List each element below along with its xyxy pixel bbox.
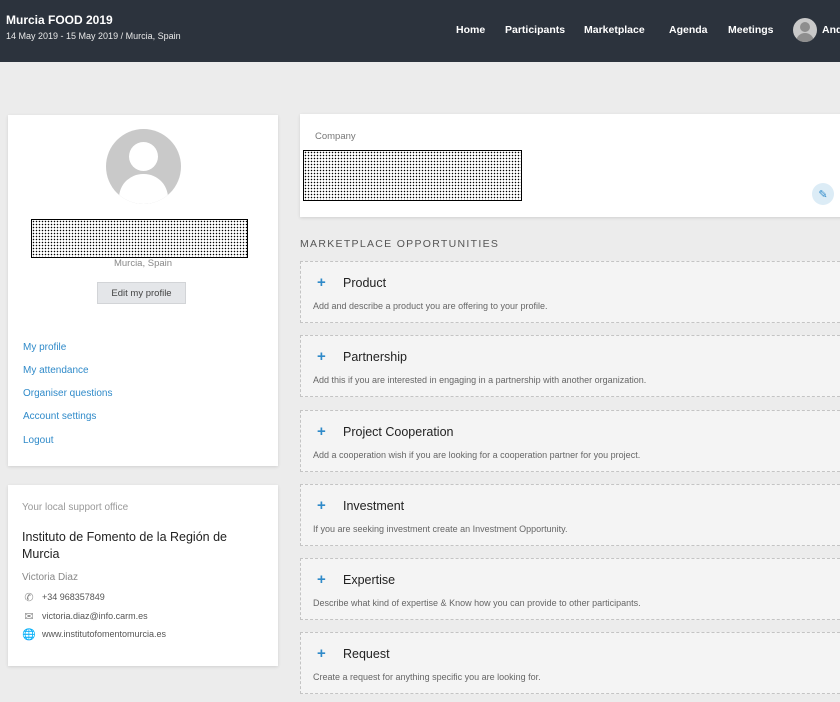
opportunity-title: Request [343, 647, 390, 661]
opportunity-title: Investment [343, 499, 405, 513]
plus-icon: + [317, 348, 326, 365]
nav-marketplace[interactable]: Marketplace [584, 24, 645, 36]
opportunity-product[interactable]: + Product Add and describe a product you… [300, 261, 840, 323]
opportunity-description: Create a request for anything specific y… [313, 672, 541, 682]
opportunity-investment[interactable]: + Investment If you are seeking investme… [300, 484, 840, 546]
opportunity-title: Product [343, 276, 387, 290]
opportunity-title: Partnership [343, 350, 407, 364]
marketplace-title: MARKETPLACE OPPORTUNITIES [300, 238, 500, 250]
user-name[interactable]: And [822, 24, 840, 36]
opportunity-project-cooperation[interactable]: + Project Cooperation Add a cooperation … [300, 410, 840, 472]
link-my-attendance[interactable]: My attendance [23, 365, 89, 376]
link-account-settings[interactable]: Account settings [23, 411, 96, 422]
opportunity-expertise[interactable]: + Expertise Describe what kind of expert… [300, 558, 840, 620]
event-title: Murcia FOOD 2019 [6, 13, 113, 27]
support-office-label: Your local support office [22, 502, 129, 513]
opportunity-description: Describe what kind of expertise & Know h… [313, 598, 641, 608]
company-label: Company [315, 131, 356, 142]
opportunity-partnership[interactable]: + Partnership Add this if you are intere… [300, 335, 840, 397]
website-url: www.institutofomentomurcia.es [42, 629, 167, 639]
opportunity-title: Expertise [343, 573, 396, 587]
pencil-icon[interactable]: ✎ [812, 183, 834, 205]
nav-agenda[interactable]: Agenda [669, 24, 708, 36]
plus-icon: + [317, 497, 326, 514]
profile-location: Murcia, Spain [113, 258, 173, 269]
nav-meetings[interactable]: Meetings [728, 24, 774, 36]
contact-email[interactable]: ✉ victoria.diaz@info.carm.es [22, 610, 148, 623]
phone-number: +34 968357849 [42, 592, 105, 602]
profile-avatar [106, 129, 181, 204]
opportunity-description: Add this if you are interested in engagi… [313, 375, 647, 385]
opportunity-description: Add and describe a product you are offer… [313, 301, 548, 311]
opportunity-title: Project Cooperation [343, 425, 454, 439]
redacted-company-name [303, 150, 522, 201]
phone-icon: ✆ [24, 591, 34, 604]
link-organiser-questions[interactable]: Organiser questions [23, 388, 113, 399]
email-icon: ✉ [24, 610, 34, 623]
contact-phone[interactable]: ✆ +34 968357849 [22, 591, 105, 604]
plus-icon: + [317, 645, 326, 662]
user-avatar[interactable] [793, 18, 817, 42]
redacted-name [31, 219, 248, 258]
globe-icon: 🌐 [22, 628, 36, 641]
support-contact-person: Victoria Diaz [22, 572, 78, 583]
nav-participants[interactable]: Participants [505, 24, 565, 36]
edit-profile-button[interactable]: Edit my profile [97, 282, 186, 304]
top-navbar: Murcia FOOD 2019 14 May 2019 - 15 May 20… [0, 0, 840, 62]
event-dates: 14 May 2019 - 15 May 2019 / Murcia, Spai… [6, 31, 181, 41]
opportunity-request[interactable]: + Request Create a request for anything … [300, 632, 840, 694]
plus-icon: + [317, 571, 326, 588]
opportunity-description: If you are seeking investment create an … [313, 524, 568, 534]
profile-card: Murcia, Spain Edit my profile My profile… [8, 115, 278, 466]
link-my-profile[interactable]: My profile [23, 342, 66, 353]
plus-icon: + [317, 274, 326, 291]
link-logout[interactable]: Logout [23, 435, 54, 446]
nav-home[interactable]: Home [456, 24, 485, 36]
company-card: Company ✎ [300, 114, 840, 217]
contact-website[interactable]: 🌐 www.institutofomentomurcia.es [22, 628, 167, 641]
support-office-card: Your local support office Instituto de F… [8, 485, 278, 666]
email-address: victoria.diaz@info.carm.es [42, 611, 148, 621]
support-org-name: Instituto de Fomento de la Región de Mur… [22, 530, 227, 561]
opportunity-description: Add a cooperation wish if you are lookin… [313, 450, 641, 460]
plus-icon: + [317, 423, 326, 440]
